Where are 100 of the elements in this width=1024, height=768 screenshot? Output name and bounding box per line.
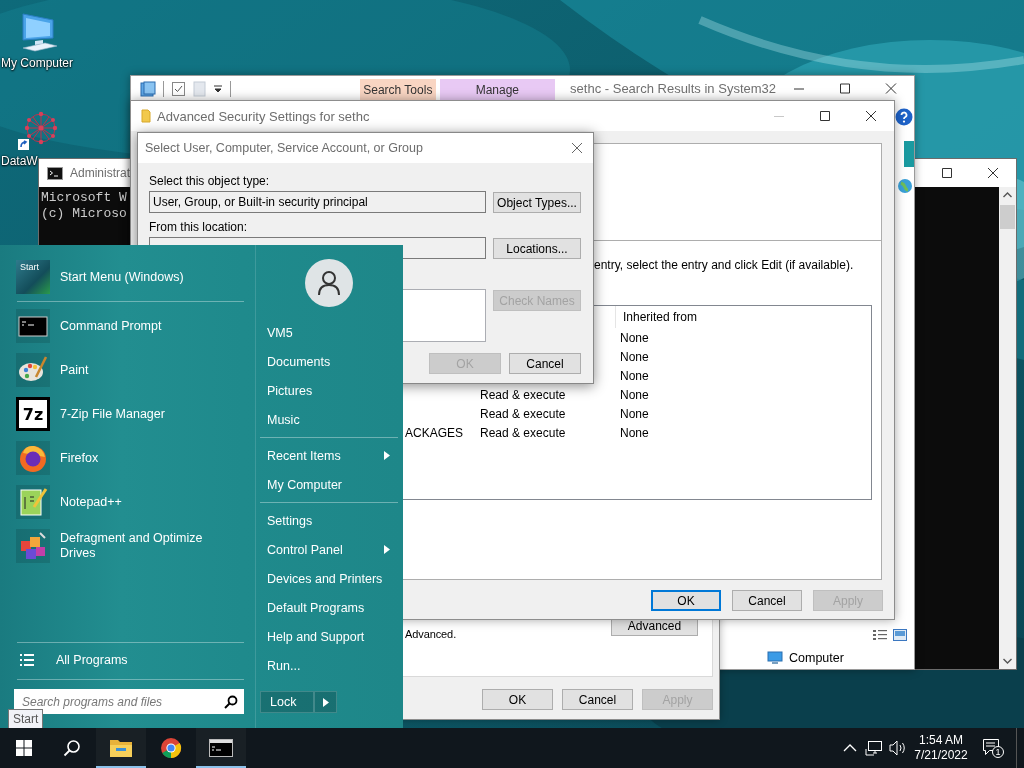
object-type-field[interactable]: User, Group, or Built-in security principal — [149, 191, 486, 213]
dialog-button[interactable]: Cancel — [732, 590, 802, 611]
menu-link[interactable]: VM5 — [260, 318, 398, 347]
menu-link[interactable]: Pictures — [260, 376, 398, 405]
menu-link[interactable]: My Computer — [260, 470, 398, 499]
console-icon — [47, 166, 63, 180]
lock-options-button[interactable] — [314, 691, 337, 713]
dialog-button[interactable]: OK — [651, 590, 721, 611]
search-icon — [63, 739, 81, 757]
status-text: Computer — [789, 650, 844, 665]
window-title: Advanced Security Settings for sethc — [157, 108, 371, 124]
menu-link-label: Documents — [267, 354, 331, 369]
table-cell-text: None — [619, 386, 650, 404]
properties-icon[interactable] — [171, 80, 186, 97]
menu-link-label: Music — [267, 412, 300, 427]
note-text: Advanced. — [405, 628, 457, 640]
menu-link-label: My Computer — [267, 477, 343, 492]
program-name: Defragment and Optimize Drives — [60, 531, 204, 561]
taskbar-app-button[interactable] — [196, 728, 246, 768]
menu-link[interactable]: Run... — [260, 651, 398, 680]
dialog-button[interactable]: OK — [482, 689, 553, 710]
list-icon — [20, 654, 34, 666]
locations-button[interactable]: Locations... — [493, 238, 581, 259]
program-item[interactable]: Paint — [14, 348, 244, 392]
time-text: 1:54 AM — [919, 733, 963, 748]
table-cell-text: None — [619, 329, 650, 347]
menu-link-label: Run... — [267, 658, 301, 673]
field-label: From this location: — [149, 220, 249, 234]
dialog-button[interactable]: Cancel — [562, 689, 633, 710]
dropdown-icon[interactable] — [213, 83, 223, 94]
message-icon — [982, 738, 1000, 756]
menu-link[interactable]: Default Programs — [260, 593, 398, 622]
object-types-button[interactable]: Object Types... — [493, 192, 581, 213]
chevron-up-icon[interactable] — [843, 744, 857, 752]
menu-link-label: Default Programs — [267, 600, 365, 615]
folder-icon — [109, 738, 133, 758]
table-cell-text: Read & execute — [479, 424, 567, 442]
menu-link-label: Help and Support — [267, 629, 365, 644]
blocks-icon — [16, 529, 50, 563]
lock-button[interactable]: Lock — [260, 691, 314, 713]
taskbar-app-button[interactable] — [96, 728, 146, 768]
program-item[interactable]: 7z 7-Zip File Manager — [14, 392, 244, 436]
arrow-icon — [322, 697, 329, 707]
table-cell-text: None — [619, 348, 650, 366]
console-icon — [16, 309, 50, 343]
program-item[interactable]: Defragment and Optimize Drives — [14, 524, 244, 568]
menu-link[interactable]: Music — [260, 405, 398, 434]
program-item[interactable]: Command Prompt — [14, 304, 244, 348]
notification-count: 1 — [992, 746, 1004, 758]
ribbon-tab[interactable]: Search Tools — [360, 79, 436, 101]
start-menu-logo: Start — [16, 260, 50, 294]
help-icon[interactable] — [895, 108, 913, 126]
user-avatar[interactable] — [305, 259, 353, 307]
search-field[interactable]: Search programs and files — [14, 689, 244, 714]
console-line: (c) Microso — [41, 206, 127, 222]
ribbon-tab[interactable]: Manage — [439, 79, 556, 101]
menu-link[interactable]: Settings — [260, 506, 398, 535]
table-cell-text: None — [619, 367, 650, 385]
globe-icon — [896, 177, 912, 195]
program-item[interactable]: Firefox — [14, 436, 244, 480]
start-tooltip: Start — [8, 709, 44, 728]
program-item[interactable]: Notepad++ — [14, 480, 244, 524]
all-programs-label: All Programs — [56, 653, 128, 667]
menu-link[interactable]: Recent Items — [260, 441, 398, 470]
network-icon[interactable] — [865, 740, 883, 756]
table-cell-text: Read & execute — [479, 405, 567, 423]
accent-bar — [904, 141, 914, 167]
details-view-icon[interactable] — [872, 627, 888, 642]
menu-link-label: Pictures — [267, 383, 313, 398]
search-icon[interactable] — [224, 694, 238, 709]
menu-link[interactable]: Documents — [260, 347, 398, 376]
console-icon — [209, 739, 233, 757]
dialog-button[interactable]: Cancel — [509, 353, 581, 374]
volume-icon[interactable] — [889, 740, 907, 756]
clock[interactable]: 1:54 AM 7/21/2022 — [910, 728, 972, 768]
program-name: 7-Zip File Manager — [60, 406, 165, 422]
archive-logo: 7z — [16, 397, 50, 431]
notepad-icon — [16, 485, 50, 519]
folder-icon — [141, 108, 151, 124]
scrollbar-thumb[interactable] — [1000, 205, 1015, 229]
date-text: 7/21/2022 — [914, 748, 968, 763]
all-programs-item[interactable]: All Programs — [14, 645, 244, 675]
program-name: Firefox — [60, 450, 99, 466]
menu-link-label: VM5 — [267, 325, 293, 340]
console-line: Microsoft W — [41, 190, 127, 206]
dialog-title: Select User, Computer, Service Account, or Group — [145, 141, 424, 155]
preview-view-icon[interactable] — [892, 627, 908, 642]
column-header[interactable]: Inherited from — [615, 306, 871, 328]
computer-icon — [767, 650, 783, 665]
menu-link[interactable]: Control Panel — [260, 535, 398, 564]
table-cell-text: ACKAGES — [404, 424, 465, 442]
field-label: Select this object type: — [149, 174, 271, 188]
browser-icon — [160, 737, 182, 759]
desktop-icon-label[interactable]: My Computer — [0, 54, 74, 72]
program-item[interactable]: Start Start Menu (Windows) — [14, 255, 244, 299]
window-icon — [140, 80, 156, 97]
menu-link[interactable]: Devices and Printers — [260, 564, 398, 593]
menu-link[interactable]: Help and Support — [260, 622, 398, 651]
desktop-icon-label[interactable]: DataW — [0, 152, 38, 170]
notification-button[interactable]: 1 — [982, 738, 1004, 758]
